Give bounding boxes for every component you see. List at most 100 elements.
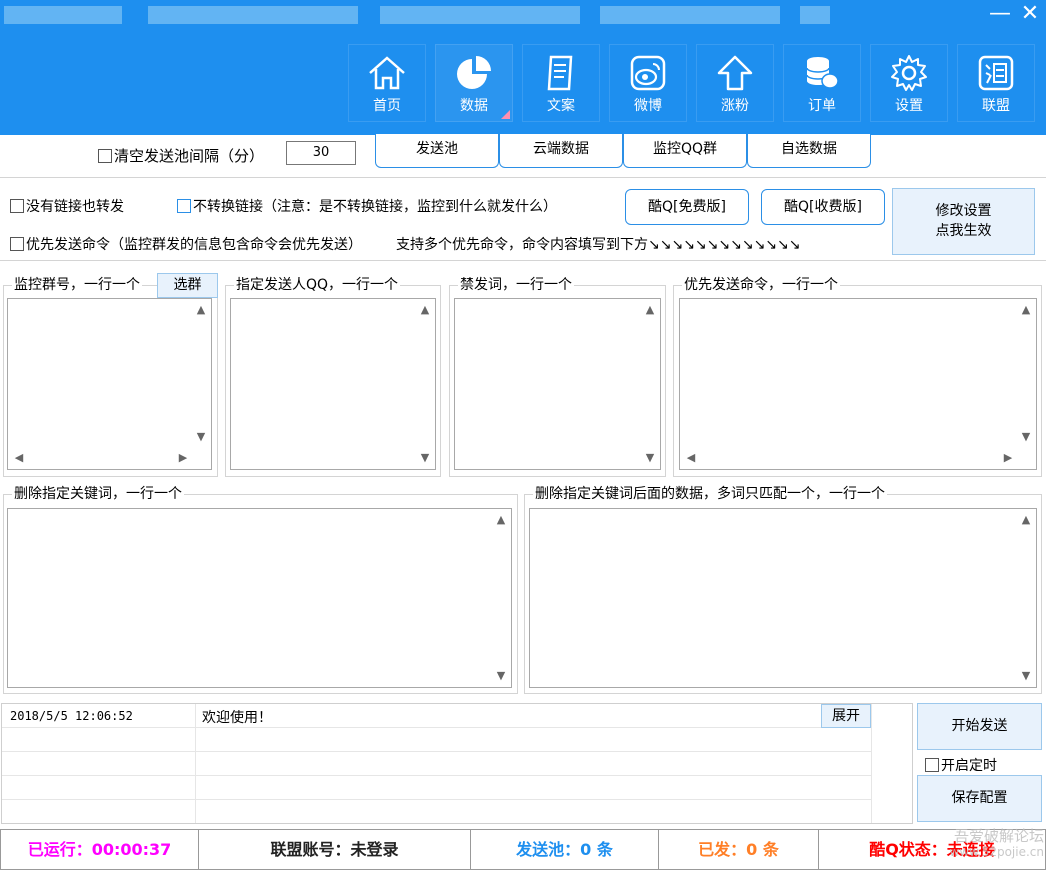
scroll-left-icon[interactable]: ◀ [683, 450, 699, 466]
arrow-up-icon [717, 55, 753, 91]
pie-chart-icon [457, 56, 491, 89]
scroll-up-icon[interactable]: ▲ [193, 302, 209, 318]
nav-data[interactable]: 数据 [435, 44, 513, 122]
sender-qq-textarea[interactable]: ▲ ▼ [230, 298, 436, 470]
scroll-down-icon[interactable]: ▼ [1018, 429, 1034, 445]
kuq-free-button[interactable]: 酷Q[免费版] [625, 189, 749, 225]
scroll-down-icon[interactable]: ▼ [642, 450, 658, 466]
alliance-icon [978, 55, 1014, 91]
priority-commands-legend: 优先发送命令，一行一个 [682, 276, 840, 294]
scroll-right-icon[interactable]: ▶ [175, 450, 191, 466]
delete-keywords-textarea[interactable]: ▲ ▼ [7, 508, 512, 688]
watermark-title: 吾爱破解论坛 [953, 827, 1044, 845]
kuq-paid-button[interactable]: 酷Q[收费版] [761, 189, 885, 225]
nav-copywriting[interactable]: 文案 [522, 44, 600, 122]
tab-monitor-qq-groups[interactable]: 监控QQ群 [623, 134, 747, 168]
status-bar: 已运行：00:00:37 联盟账号：未登录 发送池：0 条 已发：0 条 酷Q状… [0, 829, 1046, 870]
close-button[interactable]: ✕ [1014, 0, 1046, 28]
nav-label: 首页 [373, 98, 401, 114]
scroll-down-icon[interactable]: ▼ [1018, 668, 1034, 684]
tab-cloud-data[interactable]: 云端数据 [499, 134, 623, 168]
expand-button[interactable]: 展开 [821, 704, 871, 728]
tab-send-pool[interactable]: 发送池 [375, 134, 499, 168]
minimize-button[interactable]: — [984, 0, 1016, 28]
no-convert-link-label: 不转换链接（注意：是不转换链接，监控到什么就发什么） [193, 199, 557, 215]
clear-pool-label: 清空发送池间隔（分） [114, 147, 265, 165]
watermark-url: www.52pojie.cn [949, 845, 1044, 859]
title-bar: — ✕ [0, 0, 1046, 32]
apply-settings-line2: 点我生效 [935, 223, 992, 239]
no-link-forward-option[interactable]: 没有链接也转发 [10, 196, 124, 216]
save-config-button[interactable]: 保存配置 [917, 775, 1042, 822]
delete-after-keywords-legend: 删除指定关键词后面的数据，多词只匹配一个，一行一个 [533, 485, 887, 503]
no-convert-link-checkbox[interactable] [177, 199, 191, 213]
blurred-title [800, 6, 830, 24]
priority-command-option[interactable]: 优先发送命令（监控群发的信息包含命令会优先发送） [10, 234, 362, 254]
nav-settings[interactable]: 设置 [870, 44, 948, 122]
scroll-up-icon[interactable]: ▲ [1018, 302, 1034, 318]
enable-timer-option[interactable]: 开启定时 [925, 755, 997, 775]
sender-qq-legend: 指定发送人QQ，一行一个 [234, 276, 401, 294]
select-group-button[interactable]: 选群 [157, 273, 218, 298]
nav-label: 设置 [895, 98, 923, 114]
priority-command-label: 优先发送命令（监控群发的信息包含命令会优先发送） [26, 237, 362, 253]
enable-timer-checkbox[interactable] [925, 758, 939, 772]
banned-words-legend: 禁发词，一行一个 [458, 276, 574, 294]
nav-label: 微博 [634, 98, 662, 114]
apply-settings-line1: 修改设置 [935, 203, 992, 219]
monitor-groups-textarea[interactable]: ▲ ▼ ◀ ▶ [7, 298, 212, 470]
delete-after-keywords-textarea[interactable]: ▲ ▼ [529, 508, 1037, 688]
scroll-down-icon[interactable]: ▼ [193, 429, 209, 445]
apply-settings-button[interactable]: 修改设置 点我生效 [892, 188, 1035, 255]
table-row [2, 800, 872, 824]
nav-label: 文案 [547, 98, 575, 114]
dropdown-corner-icon [501, 110, 510, 119]
runtime-status: 已运行：00:00:37 [1, 830, 199, 869]
scroll-left-icon[interactable]: ◀ [11, 450, 27, 466]
nav-alliance[interactable]: 联盟 [957, 44, 1035, 122]
scroll-down-icon[interactable]: ▼ [493, 668, 509, 684]
no-link-forward-checkbox[interactable] [10, 199, 24, 213]
account-status: 联盟账号：未登录 [199, 830, 471, 869]
nav-home[interactable]: 首页 [348, 44, 426, 122]
scroll-down-icon[interactable]: ▼ [417, 450, 433, 466]
sent-count-status: 已发：0 条 [659, 830, 819, 869]
nav-label: 涨粉 [721, 98, 749, 114]
scroll-up-icon[interactable]: ▲ [1018, 512, 1034, 528]
document-icon [547, 55, 573, 91]
send-pool-status: 发送池：0 条 [471, 830, 659, 869]
clear-pool-interval-input[interactable]: 30 [286, 141, 356, 165]
table-row [2, 752, 872, 776]
blurred-title [380, 6, 580, 24]
log-message: 欢迎使用！ [202, 710, 272, 726]
clear-pool-option[interactable]: 清空发送池间隔（分） [98, 145, 264, 166]
log-table[interactable]: 2018/5/5 12:06:52 欢迎使用！ [1, 703, 913, 824]
weibo-icon [630, 55, 666, 91]
clear-pool-checkbox[interactable] [98, 149, 112, 163]
banned-words-textarea[interactable]: ▲ ▼ [454, 298, 661, 470]
start-send-button[interactable]: 开始发送 [917, 703, 1042, 750]
priority-commands-textarea[interactable]: ▲ ▼ ◀ ▶ [679, 298, 1037, 470]
table-row[interactable]: 2018/5/5 12:06:52 欢迎使用！ [2, 704, 872, 728]
table-row [2, 728, 872, 752]
priority-command-checkbox[interactable] [10, 237, 24, 251]
nav-label: 订单 [808, 98, 836, 114]
coins-icon [806, 57, 839, 89]
toolbar: 首页 数据 文案 微博 涨粉 订单 设置 联盟 [0, 32, 1046, 135]
scroll-up-icon[interactable]: ▲ [417, 302, 433, 318]
home-icon [369, 56, 405, 90]
watermark: 吾爱破解论坛 www.52pojie.cn [926, 828, 1044, 860]
nav-grow-fans[interactable]: 涨粉 [696, 44, 774, 122]
no-convert-link-option[interactable]: 不转换链接（注意：是不转换链接，监控到什么就发什么） [177, 196, 557, 216]
scroll-up-icon[interactable]: ▲ [493, 512, 509, 528]
nav-weibo[interactable]: 微博 [609, 44, 687, 122]
scroll-up-icon[interactable]: ▲ [642, 302, 658, 318]
blurred-title [4, 6, 122, 24]
scroll-right-icon[interactable]: ▶ [1000, 450, 1016, 466]
delete-keywords-legend: 删除指定关键词，一行一个 [12, 485, 184, 503]
nav-orders[interactable]: 订单 [783, 44, 861, 122]
tab-custom-data[interactable]: 自选数据 [747, 134, 871, 168]
no-link-forward-label: 没有链接也转发 [26, 199, 124, 215]
blurred-title [148, 6, 358, 24]
monitor-groups-legend: 监控群号，一行一个 [12, 276, 142, 294]
